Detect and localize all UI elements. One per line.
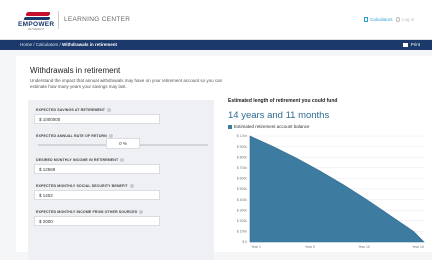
return-value-box[interactable]: 0 %: [106, 138, 140, 149]
y-tick-label: $ 600k: [237, 177, 247, 181]
income-label: DESIRED MONTHLY INCOME IN RETIREMENT: [36, 158, 125, 162]
info-icon[interactable]: [139, 210, 144, 214]
top-header: EMPOWER RETIREMENT LEARNING CENTER Calcu…: [0, 0, 432, 40]
y-tick-label: $ 1.0m: [237, 134, 248, 138]
ss-label: EXPECTED MONTHLY SOCIAL SECURITY BENEFIT: [36, 184, 134, 188]
calculators-link[interactable]: Calculators: [370, 17, 393, 22]
print-button[interactable]: Print: [402, 42, 420, 47]
breadcrumb: Home / Calculators / Withdrawals in reti…: [20, 42, 117, 47]
balance-chart: $ 1.0m $ 900k $ 800k $ 700k $ 600k $ 500k $ 40…: [237, 134, 425, 249]
section-title: LEARNING CENTER: [64, 16, 131, 23]
login-link[interactable]: Log in: [402, 17, 414, 22]
other-label-text: EXPECTED MONTHLY INCOME FROM OTHER SOURC…: [36, 210, 138, 214]
print-label: Print: [410, 42, 420, 47]
legend-swatch: [228, 124, 232, 129]
logo-red-bar: [25, 12, 51, 16]
other-input[interactable]: $ 2000: [34, 216, 160, 226]
result-heading: Estimated length of retirement you could…: [228, 98, 338, 104]
calculator-card: Withdrawals in retirement Understand the…: [16, 56, 432, 260]
return-label-text: EXPECTED ANNUAL RATE OF RETURN: [36, 134, 107, 138]
page-description: Understand the impact that annual withdr…: [30, 78, 223, 89]
savings-input[interactable]: $ 1000000: [34, 114, 160, 124]
x-tick-label: Year 1: [251, 245, 261, 249]
breadcrumb-bar: Home / Calculators / Withdrawals in reti…: [0, 40, 432, 50]
y-tick-label: $ 800k: [237, 155, 247, 159]
info-icon[interactable]: [107, 108, 112, 112]
input-form: EXPECTED SAVINGS AT RETIREMENT $ 1000000…: [28, 100, 214, 260]
income-input[interactable]: $ 12569: [34, 164, 160, 174]
logo-sub: RETIREMENT: [28, 28, 45, 31]
chart-legend: Estimated retirement account balance: [228, 124, 310, 129]
y-tick-label: $ 200k: [237, 219, 247, 223]
savings-label-text: EXPECTED SAVINGS AT RETIREMENT: [36, 108, 106, 112]
calculator-icon: [364, 17, 368, 22]
printer-icon: [402, 42, 408, 47]
other-label: EXPECTED MONTHLY INCOME FROM OTHER SOURC…: [36, 210, 144, 214]
y-tick-label: $ 400k: [237, 198, 247, 202]
user-icon: [396, 17, 400, 22]
legend-label: Estimated retirement account balance: [234, 124, 310, 129]
logo-blue-bar: [23, 17, 51, 20]
y-tick-label: $ 900k: [237, 145, 247, 149]
header-divider: [58, 11, 59, 29]
x-tick-label: Year 5: [305, 245, 315, 249]
y-tick-label: $ 0: [242, 240, 247, 244]
ss-label-text: EXPECTED MONTHLY SOCIAL SECURITY BENEFIT: [36, 184, 128, 188]
logo-word: EMPOWER: [18, 21, 55, 28]
y-tick-label: $ 100k: [237, 230, 247, 234]
info-icon[interactable]: [120, 158, 125, 162]
result-value: 14 years and 11 months: [228, 110, 330, 121]
y-tick-label: $ 500k: [237, 187, 247, 191]
return-label: EXPECTED ANNUAL RATE OF RETURN: [36, 134, 113, 138]
y-tick-label: $ 700k: [237, 166, 247, 170]
info-icon[interactable]: [129, 184, 134, 188]
page-title: Withdrawals in retirement: [30, 66, 121, 75]
x-tick-label: Year 15: [412, 245, 424, 249]
savings-label: EXPECTED SAVINGS AT RETIREMENT: [36, 108, 112, 112]
breadcrumb-path[interactable]: Home / Calculators /: [20, 42, 62, 47]
y-tick-label: $ 300k: [237, 208, 247, 212]
breadcrumb-current: Withdrawals in retirement: [62, 42, 117, 47]
income-label-text: DESIRED MONTHLY INCOME IN RETIREMENT: [36, 158, 119, 162]
ss-input[interactable]: $ 1402: [34, 190, 160, 200]
empower-logo[interactable]: EMPOWER RETIREMENT: [18, 12, 58, 31]
x-tick-label: Year 10: [358, 245, 370, 249]
